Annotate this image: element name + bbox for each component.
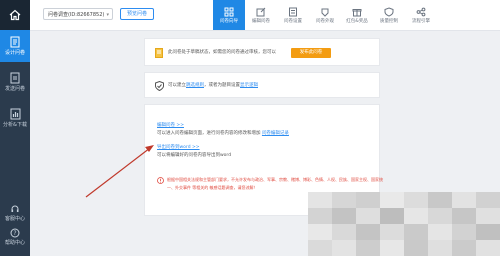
edit-desc-line: 可以进入问卷编辑页面，进行问卷内容的修改和增加 问卷编辑记录 — [157, 131, 289, 137]
note-icon — [155, 48, 163, 58]
policy-warning-line1: 根据中国相关法规和主管部门要求，不允许发布与政治、军事、宗教、赌博、博彩、色情、… — [167, 177, 383, 182]
svg-text:?: ? — [13, 230, 16, 237]
send-icon — [10, 72, 19, 84]
help-icon: ? — [10, 228, 20, 238]
sidebar-item-analyze[interactable]: 分析&下载 — [0, 102, 30, 134]
gift-icon — [352, 8, 362, 16]
top-toolbar: 问卷调查(ID:82667852) ▾ 预览问卷 问卷向导 编辑问卷 问卷设置 … — [30, 0, 500, 31]
tab-wizard[interactable]: 问卷向导 — [213, 0, 245, 30]
edit-icon — [256, 7, 266, 16]
survey-tabs: 问卷向导 编辑问卷 问卷设置 问卷外观 红包&奖品 质量控制 流程引擎 — [213, 0, 437, 30]
tab-quality[interactable]: 质量控制 — [373, 0, 405, 30]
tab-label: 质量控制 — [380, 18, 398, 24]
shield-icon — [384, 6, 394, 17]
chart-icon — [10, 108, 20, 120]
edit-desc-text: 可以进入问卷编辑页面，进行问卷内容的修改和增加 — [157, 131, 261, 136]
tab-label: 流程引擎 — [412, 18, 430, 24]
warning-icon — [157, 177, 164, 184]
export-word-link[interactable]: 导出问卷到word >> — [157, 145, 200, 151]
edit-survey-link[interactable]: 编辑问卷 >> — [157, 123, 184, 129]
left-sidebar: 设计问卷 发送问卷 分析&下载 客服中心 ? 帮助中心 — [0, 0, 30, 256]
tab-label: 问卷向导 — [220, 18, 238, 24]
home-icon — [9, 9, 21, 21]
survey-select[interactable]: 问卷调查(ID:82667852) ▾ — [43, 8, 113, 20]
settings-icon — [289, 7, 297, 16]
sidebar-item-label: 设计问卷 — [4, 50, 25, 56]
sidebar-item-label: 帮助中心 — [4, 240, 25, 246]
logic-card: 可以建立跳选规则，或者为题目设置显示逻辑 — [144, 72, 380, 98]
publish-button[interactable]: 发布此问卷 — [291, 48, 331, 58]
survey-select-value: 问卷调查(ID:82667852) — [48, 12, 105, 18]
sidebar-item-support[interactable]: 客服中心 — [0, 204, 30, 222]
document-edit-icon — [10, 36, 19, 48]
tab-label: 问卷外观 — [316, 18, 334, 24]
tab-gifts[interactable]: 红包&奖品 — [341, 0, 373, 30]
sidebar-item-label: 分析&下载 — [3, 122, 27, 128]
preview-button[interactable]: 预览问卷 — [120, 8, 154, 20]
tab-edit[interactable]: 编辑问卷 — [245, 0, 277, 30]
edit-history-link[interactable]: 问卷编辑记录 — [262, 131, 289, 136]
headset-icon — [11, 205, 19, 212]
jump-rule-link[interactable]: 跳选规则 — [186, 83, 204, 88]
sidebar-item-label: 发送问卷 — [4, 86, 25, 92]
obscured-region — [308, 192, 500, 256]
sidebar-item-label: 客服中心 — [4, 216, 25, 222]
sidebar-item-design[interactable]: 设计问卷 — [0, 30, 30, 62]
tab-label: 问卷设置 — [284, 18, 302, 24]
shield-check-icon — [155, 81, 164, 91]
logic-line: 可以建立跳选规则，或者为题目设置显示逻辑 — [168, 83, 258, 89]
grid-icon — [224, 7, 234, 16]
tab-settings[interactable]: 问卷设置 — [277, 0, 309, 30]
sidebar-item-help[interactable]: ? 帮助中心 — [0, 228, 30, 246]
tab-appearance[interactable]: 问卷外观 — [309, 0, 341, 30]
draft-notice-card: 此问卷处于草稿状态，如需您的问卷通过审核，您可以 发布此问卷 — [144, 38, 380, 66]
export-desc-text: 可以将编辑好的问卷内容导出到word — [157, 153, 232, 158]
tab-flow[interactable]: 流程引擎 — [405, 0, 437, 30]
sidebar-item-send[interactable]: 发送问卷 — [0, 66, 30, 98]
flow-icon — [416, 7, 426, 16]
logic-text-a: 可以建立 — [168, 83, 186, 88]
tab-label: 红包&奖品 — [346, 18, 368, 24]
tab-label: 编辑问卷 — [252, 18, 270, 24]
home-button[interactable] — [0, 0, 30, 30]
policy-warning-line2: 一、外交事件 等相关的 敏感话题调查，请您谅解！ — [167, 185, 258, 190]
chevron-down-icon: ▾ — [106, 12, 109, 18]
display-logic-link[interactable]: 显示逻辑 — [240, 83, 258, 88]
draft-notice-text: 此问卷处于草稿状态，如需您的问卷通过审核，您可以 — [168, 50, 276, 55]
appearance-icon — [321, 8, 329, 17]
logic-text-b: ，或者为题目设置 — [204, 83, 240, 88]
